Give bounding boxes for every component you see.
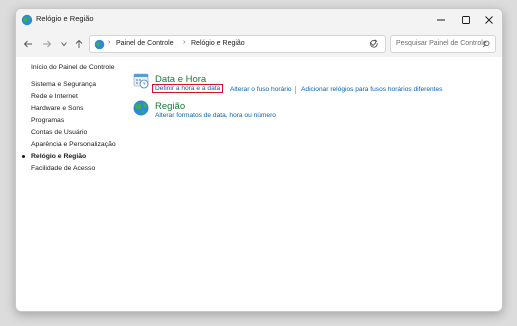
control-panel-window: Relógio e Região › Painel de Controle › … — [15, 8, 503, 312]
search-box[interactable]: Pesquisar Painel de Controle — [390, 35, 496, 53]
date-time-icon[interactable] — [132, 72, 150, 90]
breadcrumb-separator: › — [108, 39, 111, 46]
close-icon — [485, 16, 493, 24]
sidebar: Início do Painel de Controle Sistema e S… — [16, 57, 126, 311]
chevron-down-icon — [61, 42, 67, 47]
search-placeholder: Pesquisar Painel de Controle — [396, 40, 487, 47]
add-clocks-link[interactable]: Adicionar relógios para fusos horários d… — [301, 86, 442, 93]
main-content: Data e Hora Definir a hora e a data Alte… — [126, 57, 502, 311]
sidebar-item-hardware-sound[interactable]: Hardware e Sons — [31, 105, 84, 112]
link-separator — [295, 86, 296, 94]
current-item-bullet — [22, 155, 25, 158]
search-icon[interactable] — [482, 40, 490, 48]
forward-button[interactable] — [40, 37, 54, 51]
globe-icon[interactable] — [132, 99, 150, 117]
category-title-region[interactable]: Região — [155, 101, 185, 112]
refresh-icon[interactable] — [369, 39, 379, 49]
up-button[interactable] — [72, 37, 86, 51]
breadcrumb-control-panel[interactable]: Painel de Controle — [116, 40, 174, 47]
sidebar-item-network-internet[interactable]: Rede e Internet — [31, 93, 78, 100]
recent-locations-button[interactable] — [57, 37, 71, 51]
control-panel-icon — [94, 39, 105, 50]
sidebar-item-programs[interactable]: Programas — [31, 117, 64, 124]
navigation-bar: › Painel de Controle › Relógio e Região … — [16, 31, 502, 57]
set-time-date-link[interactable]: Definir a hora e a data — [152, 84, 224, 93]
arrow-up-icon — [75, 39, 83, 48]
minimize-button[interactable] — [428, 9, 454, 31]
minimize-icon — [437, 19, 445, 21]
arrow-right-icon — [43, 40, 52, 48]
maximize-icon — [462, 16, 470, 24]
breadcrumb-clock-region[interactable]: Relógio e Região — [191, 40, 245, 47]
close-button[interactable] — [476, 9, 502, 31]
breadcrumb-separator: › — [183, 39, 186, 46]
sidebar-item-user-accounts[interactable]: Contas de Usuário — [31, 129, 87, 136]
title-bar: Relógio e Região — [16, 9, 502, 31]
window-title: Relógio e Região — [36, 14, 94, 23]
sidebar-item-system-security[interactable]: Sistema e Segurança — [31, 81, 96, 88]
sidebar-item-clock-region[interactable]: Relógio e Região — [31, 153, 86, 160]
clock-region-app-icon — [21, 14, 33, 26]
arrow-left-icon — [23, 40, 32, 48]
change-time-zone-link[interactable]: Alterar o fuso horário — [230, 86, 292, 93]
address-bar[interactable]: › Painel de Controle › Relógio e Região — [89, 35, 386, 53]
sidebar-item-appearance[interactable]: Aparência e Personalização — [31, 141, 116, 148]
change-formats-link[interactable]: Alterar formatos de data, hora ou número — [155, 112, 276, 119]
sidebar-home-link[interactable]: Início do Painel de Controle — [31, 64, 115, 71]
back-button[interactable] — [21, 37, 35, 51]
sidebar-item-ease-of-access[interactable]: Facilidade de Acesso — [31, 165, 95, 172]
